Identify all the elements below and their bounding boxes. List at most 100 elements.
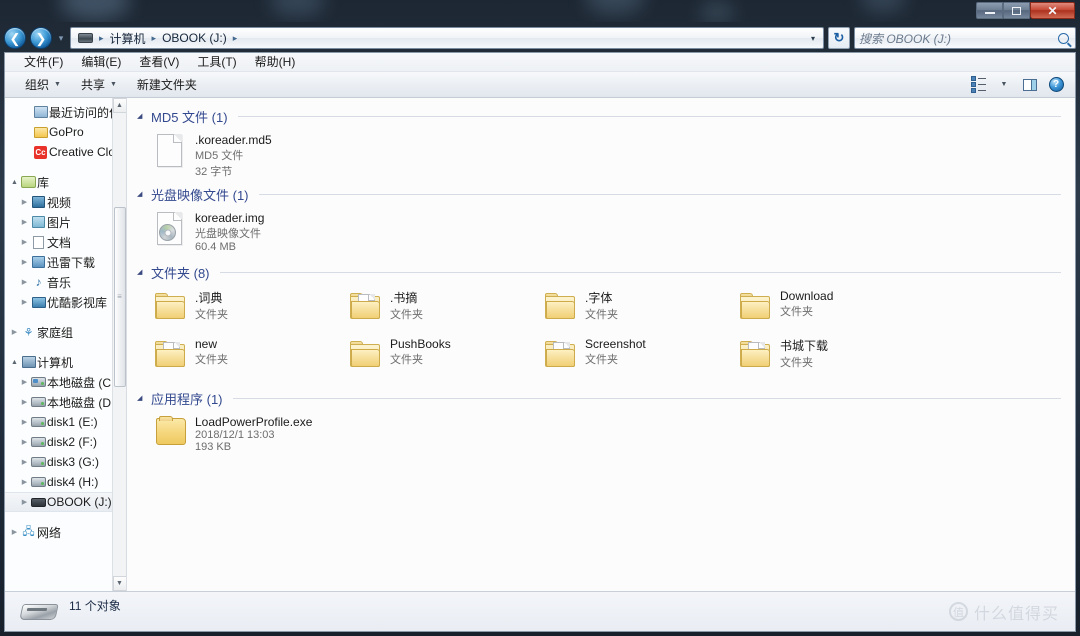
sidebar-item-disk4-h[interactable]: ▶ disk4 (H:) (5, 472, 126, 492)
tree-expander[interactable]: ▶ (19, 258, 30, 266)
address-bar[interactable]: ▸ 计算机 ▸ OBOOK (J:) ▸ ▾ (70, 27, 824, 49)
navigation-scrollbar[interactable]: ▲ ≡ ▼ (112, 98, 126, 591)
sidebar-item-drive-d[interactable]: ▶ 本地磁盘 (D: (5, 392, 126, 412)
list-item[interactable]: .书摘 文件夹 (342, 284, 537, 332)
list-item[interactable]: Download 文件夹 (732, 284, 927, 332)
list-item[interactable]: new 文件夹 (147, 332, 342, 380)
group-header-md5[interactable]: ◢ MD5 文件 (1) (127, 104, 1075, 126)
address-dropdown-icon[interactable]: ▾ (805, 34, 821, 43)
sidebar-item-obook-j[interactable]: ▶ OBOOK (J:) (5, 492, 126, 512)
sidebar-item-computer[interactable]: ▲ 计算机 (5, 352, 126, 372)
tree-expander[interactable]: ▶ (19, 278, 30, 286)
collapse-icon[interactable]: ◢ (137, 112, 145, 120)
menu-view[interactable]: 查看(V) (130, 54, 188, 71)
scroll-down-button[interactable]: ▼ (112, 576, 126, 591)
sidebar-item-music[interactable]: ▶ ♪ 音乐 (5, 272, 126, 292)
group-header-folders[interactable]: ◢ 文件夹 (8) (127, 260, 1075, 282)
sidebar-item-libraries[interactable]: ▲ 库 (5, 172, 126, 192)
sidebar-item-drive-c[interactable]: ▶ 本地磁盘 (C: (5, 372, 126, 392)
menu-edit[interactable]: 编辑(E) (72, 54, 130, 71)
folder-name: .词典 (195, 291, 223, 305)
tree-expander[interactable]: ▶ (19, 498, 30, 506)
breadcrumb-drive-icon[interactable] (75, 29, 96, 47)
tree-expander[interactable]: ▲ (9, 179, 20, 186)
tree-expander[interactable]: ▶ (19, 438, 30, 446)
list-item[interactable]: .koreader.md5 MD5 文件 32 字节 (147, 128, 339, 178)
back-button[interactable]: ❮ (4, 27, 26, 49)
scrollbar-thumb[interactable]: ≡ (113, 207, 126, 387)
sidebar-item-disk2-f[interactable]: ▶ disk2 (F:) (5, 432, 126, 452)
list-item[interactable]: LoadPowerProfile.exe 2018/12/1 13:03 193… (147, 410, 387, 458)
drive-icon (30, 417, 47, 427)
breadcrumb-separator: ▸ (99, 32, 104, 43)
sidebar-item-youku-library[interactable]: ▶ 优酷影视库 (5, 292, 126, 312)
tree-expander[interactable]: ▶ (19, 298, 30, 306)
file-type: MD5 文件 (195, 150, 244, 162)
new-folder-label: 新建文件夹 (136, 78, 197, 92)
tree-expander[interactable]: ▶ (9, 328, 20, 336)
share-button[interactable]: 共享 ▼ (71, 74, 127, 96)
tree-expander[interactable]: ▶ (19, 218, 30, 226)
close-button[interactable]: ✕ (1030, 2, 1075, 19)
collapse-icon[interactable]: ◢ (137, 190, 145, 198)
breadcrumb-item-computer[interactable]: 计算机 (107, 29, 149, 47)
breadcrumb-item-obook[interactable]: OBOOK (J:) (159, 29, 230, 47)
collapse-icon[interactable]: ◢ (137, 394, 145, 402)
list-item-text: LoadPowerProfile.exe 2018/12/1 13:03 193… (195, 414, 312, 453)
organize-button[interactable]: 组织 ▼ (15, 74, 71, 96)
menu-help[interactable]: 帮助(H) (246, 54, 305, 71)
sidebar-item-gopro[interactable]: GoPro (5, 122, 126, 142)
new-folder-button[interactable]: 新建文件夹 (127, 74, 207, 96)
tree-expander[interactable]: ▶ (19, 198, 30, 206)
navigation-pane[interactable]: 最近访问的位 GoPro Cc Creative Clo ▲ 库 ▶ 视频 ▶ … (5, 98, 127, 591)
tree-expander[interactable]: ▶ (19, 238, 30, 246)
change-view-button[interactable] (965, 74, 991, 96)
collapse-icon[interactable]: ◢ (137, 268, 145, 276)
search-box[interactable]: 搜索 OBOOK (J:) (854, 27, 1076, 49)
history-dropdown-button[interactable]: ▾ (56, 33, 66, 44)
scrollbar-track[interactable]: ≡ (112, 113, 126, 576)
tree-expander[interactable]: ▶ (19, 378, 30, 386)
folder-type: 文件夹 (585, 354, 618, 366)
tree-expander[interactable]: ▶ (19, 478, 30, 486)
help-button[interactable]: ? (1043, 74, 1069, 96)
share-label: 共享 (80, 78, 105, 92)
forward-button[interactable]: ❯ (30, 27, 52, 49)
view-dropdown-button[interactable]: ▼ (991, 74, 1017, 96)
tree-expander[interactable]: ▶ (9, 528, 20, 536)
scroll-up-button[interactable]: ▲ (112, 98, 126, 113)
file-list-pane[interactable]: ◢ MD5 文件 (1) .koreader.md5 MD5 文件 32 字节 (127, 98, 1075, 591)
sidebar-item-disk1-e[interactable]: ▶ disk1 (E:) (5, 412, 126, 432)
item-count-label: 11 个对象 (69, 599, 121, 613)
search-input[interactable]: 搜索 OBOOK (J:) (859, 30, 1058, 47)
list-item[interactable]: Screenshot 文件夹 (537, 332, 732, 380)
menu-tools[interactable]: 工具(T) (188, 54, 245, 71)
sidebar-item-creative-cloud[interactable]: Cc Creative Clo (5, 142, 126, 162)
sidebar-item-pictures[interactable]: ▶ 图片 (5, 212, 126, 232)
tree-expander[interactable]: ▶ (19, 458, 30, 466)
list-item[interactable]: .字体 文件夹 (537, 284, 732, 332)
sidebar-item-network[interactable]: ▶ 🖧 网络 (5, 522, 126, 542)
maximize-button[interactable] (1003, 2, 1030, 19)
tree-gap (5, 512, 126, 522)
refresh-button[interactable]: ↻ (828, 27, 850, 49)
preview-pane-button[interactable] (1017, 74, 1043, 96)
list-item[interactable]: .词典 文件夹 (147, 284, 342, 332)
group-header-applications[interactable]: ◢ 应用程序 (1) (127, 386, 1075, 408)
tree-expander[interactable]: ▶ (19, 418, 30, 426)
tree-expander[interactable]: ▶ (19, 398, 30, 406)
sidebar-item-documents[interactable]: ▶ 文档 (5, 232, 126, 252)
list-item[interactable]: PushBooks 文件夹 (342, 332, 537, 380)
list-item[interactable]: 书城下载 文件夹 (732, 332, 927, 380)
menu-file[interactable]: 文件(F) (15, 54, 72, 71)
sidebar-item-disk3-g[interactable]: ▶ disk3 (G:) (5, 452, 126, 472)
group-header-disc-image[interactable]: ◢ 光盘映像文件 (1) (127, 182, 1075, 204)
minimize-button[interactable] (976, 2, 1003, 19)
sidebar-item-label: 迅雷下载 (47, 255, 96, 270)
sidebar-item-videos[interactable]: ▶ 视频 (5, 192, 126, 212)
tree-expander[interactable]: ▲ (9, 359, 20, 366)
sidebar-item-homegroup[interactable]: ▶ ⚘ 家庭组 (5, 322, 126, 342)
sidebar-item-recent-places[interactable]: 最近访问的位 (5, 102, 126, 122)
list-item[interactable]: koreader.img 光盘映像文件 60.4 MB (147, 206, 339, 254)
sidebar-item-thunder-download[interactable]: ▶ 迅雷下载 (5, 252, 126, 272)
